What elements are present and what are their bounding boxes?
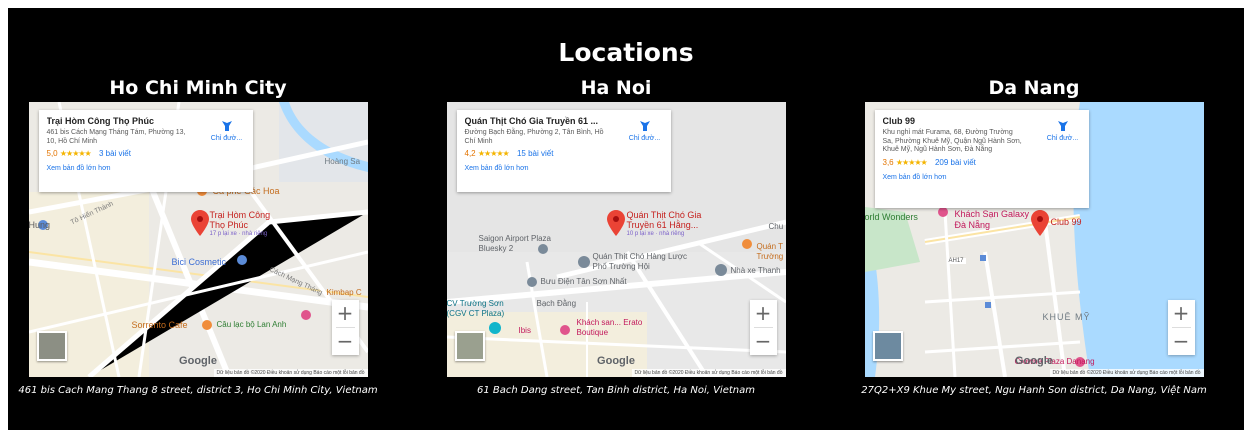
map-label: Bưu Điện Tân Sơn Nhất	[540, 277, 627, 286]
location-hcm: Ho Chi Minh City Hoa Bici Cosmetic Sorre…	[8, 74, 388, 396]
location-hanoi: Ha Noi Saigon Airport Plaza Bluesky 2 Qu…	[426, 74, 806, 396]
rating-stars-icon: ★★★★★	[477, 149, 510, 158]
directions-button[interactable]: Chỉ đườ...	[207, 119, 247, 142]
map-label: Khách Sạn Galaxy Đà Nẵng	[954, 209, 1030, 230]
rating-value: 5,0	[46, 149, 58, 158]
reviews-link[interactable]: 3 bài viết	[99, 149, 131, 158]
zoom-controls: + −	[749, 300, 777, 355]
rating-stars-icon: ★★★★★	[59, 149, 92, 158]
place-address: Khu nghỉ mát Furama, 68, Đường Trường Sa…	[882, 129, 1022, 153]
directions-label: Chỉ đườ...	[628, 135, 661, 142]
rating-stars-icon: ★★★★★	[895, 157, 928, 167]
map-marker-icon[interactable]	[606, 210, 625, 236]
city-title: Da Nang	[988, 77, 1080, 99]
page-title: Locations	[558, 38, 694, 67]
directions-label: Chỉ đườ...	[210, 135, 243, 142]
place-rating: 3,6 ★★★★★ 209 bài viết	[883, 158, 1081, 167]
zoom-controls: + −	[1167, 300, 1195, 355]
place-address: Đường Bạch Đằng, Phường 2, Tân Bình, Hồ …	[464, 129, 604, 145]
map-label: Chu	[768, 222, 784, 231]
map-label: Saigon Airport Plaza Bluesky 2	[478, 234, 552, 253]
map-marker-icon[interactable]	[190, 210, 209, 236]
map-embed-hcm[interactable]: Cà phê Gác Hoa Bici Cosmetic Sorrento Ca…	[28, 102, 368, 377]
map-attribution[interactable]: Dữ liệu bản đồ ©2020 Điều khoản sử dụng …	[213, 369, 368, 377]
place-info-card: Trại Hòm Công Thọ Phúc 461 bis Cách Mạng…	[38, 110, 253, 192]
google-logo: Google	[597, 355, 635, 367]
google-logo: Google	[1015, 355, 1053, 367]
marker-sublabel: 10 p lại xe · nhà riêng	[626, 231, 685, 237]
map-label: Sorrento Cafe	[131, 320, 188, 330]
map-label: Bici Cosmetic	[171, 257, 227, 267]
directions-icon	[639, 121, 650, 131]
zoom-out-button[interactable]: −	[750, 328, 777, 355]
map-label: Ibis	[518, 326, 531, 335]
place-info-card: Club 99 Khu nghỉ mát Furama, 68, Đường T…	[874, 110, 1089, 208]
zoom-in-button[interactable]: +	[1168, 300, 1195, 327]
place-rating: 4,2 ★★★★★ 15 bài viết	[465, 149, 663, 158]
map-label: orld Wonders	[864, 212, 918, 222]
larger-map-link[interactable]: Xem bản đồ lớn hơn	[47, 165, 245, 172]
map-embed-hanoi[interactable]: Saigon Airport Plaza Bluesky 2 Quán Thịt…	[446, 102, 786, 377]
map-label: Hoàng Sa	[324, 157, 361, 166]
rating-value: 4,2	[464, 149, 476, 158]
satellite-toggle[interactable]	[872, 331, 903, 361]
directions-label: Chỉ đườ...	[1046, 135, 1079, 142]
place-address: 461 bis Cách Mạng Tháng Tám, Phường 13, …	[46, 129, 186, 145]
map-label: AH17	[946, 258, 966, 264]
map-embed-danang[interactable]: Khách Sạn Galaxy Đà Nẵng orld Wonders KH…	[864, 102, 1204, 377]
zoom-out-button[interactable]: −	[1168, 328, 1195, 355]
google-logo: Google	[179, 355, 217, 367]
location-address: 461 bis Cach Mang Thang 8 street, distri…	[18, 385, 378, 396]
zoom-controls: + −	[331, 300, 359, 355]
map-label: Câu lạc bộ Lan Anh	[216, 320, 287, 329]
location-address: 61 Bach Dang street, Tan Binh district, …	[476, 385, 755, 396]
city-title: Ha Noi	[580, 77, 652, 99]
directions-icon	[221, 121, 232, 131]
map-label: KHUÊ MỸ	[1042, 312, 1091, 322]
directions-icon	[1057, 121, 1068, 131]
marker-label: Quán Thịt Chó Gia Truyền 61 Hằng...	[626, 210, 702, 230]
zoom-in-button[interactable]: +	[332, 300, 359, 327]
place-name: Club 99	[882, 116, 916, 126]
map-label: Khách san... Erato Boutique	[576, 318, 643, 337]
reviews-link[interactable]: 209 bài viết	[935, 158, 976, 167]
satellite-toggle[interactable]	[36, 331, 67, 361]
directions-button[interactable]: Chỉ đườ...	[625, 119, 665, 142]
larger-map-link[interactable]: Xem bản đồ lớn hơn	[465, 165, 663, 172]
marker-label: Trại Hòm Công Thọ Phúc	[209, 210, 271, 230]
city-title: Ho Chi Minh City	[109, 77, 287, 99]
map-attribution[interactable]: Dữ liệu bản đồ ©2020 Điều khoản sử dụng …	[631, 369, 786, 377]
place-rating: 5,0 ★★★★★ 3 bài viết	[47, 149, 245, 158]
location-danang: Da Nang Khách Sạn Galaxy Đà Nẵng orld Wo…	[844, 74, 1224, 396]
zoom-out-button[interactable]: −	[332, 328, 359, 355]
page: Locations Ho Chi Minh City Hoa Bici Cosm…	[8, 8, 1244, 430]
reviews-link[interactable]: 15 bài viết	[517, 149, 553, 158]
map-label: Nhà xe Thanh	[730, 266, 781, 275]
rating-value: 3,6	[882, 157, 894, 167]
larger-map-link[interactable]: Xem bản đồ lớn hơn	[883, 174, 1081, 181]
location-address: 27Q2+X9 Khue My street, Ngu Hanh Son dis…	[861, 385, 1207, 396]
map-attribution[interactable]: Dữ liệu bản đồ ©2020 Điều khoản sử dụng …	[1049, 369, 1204, 377]
marker-label: Club 99	[1050, 217, 1082, 227]
map-label: CV Trường Sơn (CGV CT Plaza)	[446, 299, 505, 318]
satellite-toggle[interactable]	[454, 331, 485, 361]
map-label: Hung	[28, 220, 51, 230]
map-label: Kimbap C	[326, 288, 362, 297]
place-info-card: Quán Thịt Chó Gia Truyền 61 ... Đường Bạ…	[456, 110, 671, 192]
place-name: Quán Thịt Chó Gia Truyền 61 ...	[464, 116, 599, 126]
map-label: Quán T Trường	[756, 242, 784, 261]
map-label: Bạch Đằng	[536, 299, 577, 308]
marker-sublabel: 17 p lại xe · nhà riêng	[209, 231, 268, 237]
map-marker-icon[interactable]	[1030, 210, 1049, 236]
map-label: Quán Thịt Chó Hàng Lược Phố Trường Hội	[592, 252, 688, 271]
zoom-in-button[interactable]: +	[750, 300, 777, 327]
place-name: Trại Hòm Công Thọ Phúc	[46, 116, 155, 126]
directions-button[interactable]: Chỉ đườ...	[1043, 119, 1083, 142]
